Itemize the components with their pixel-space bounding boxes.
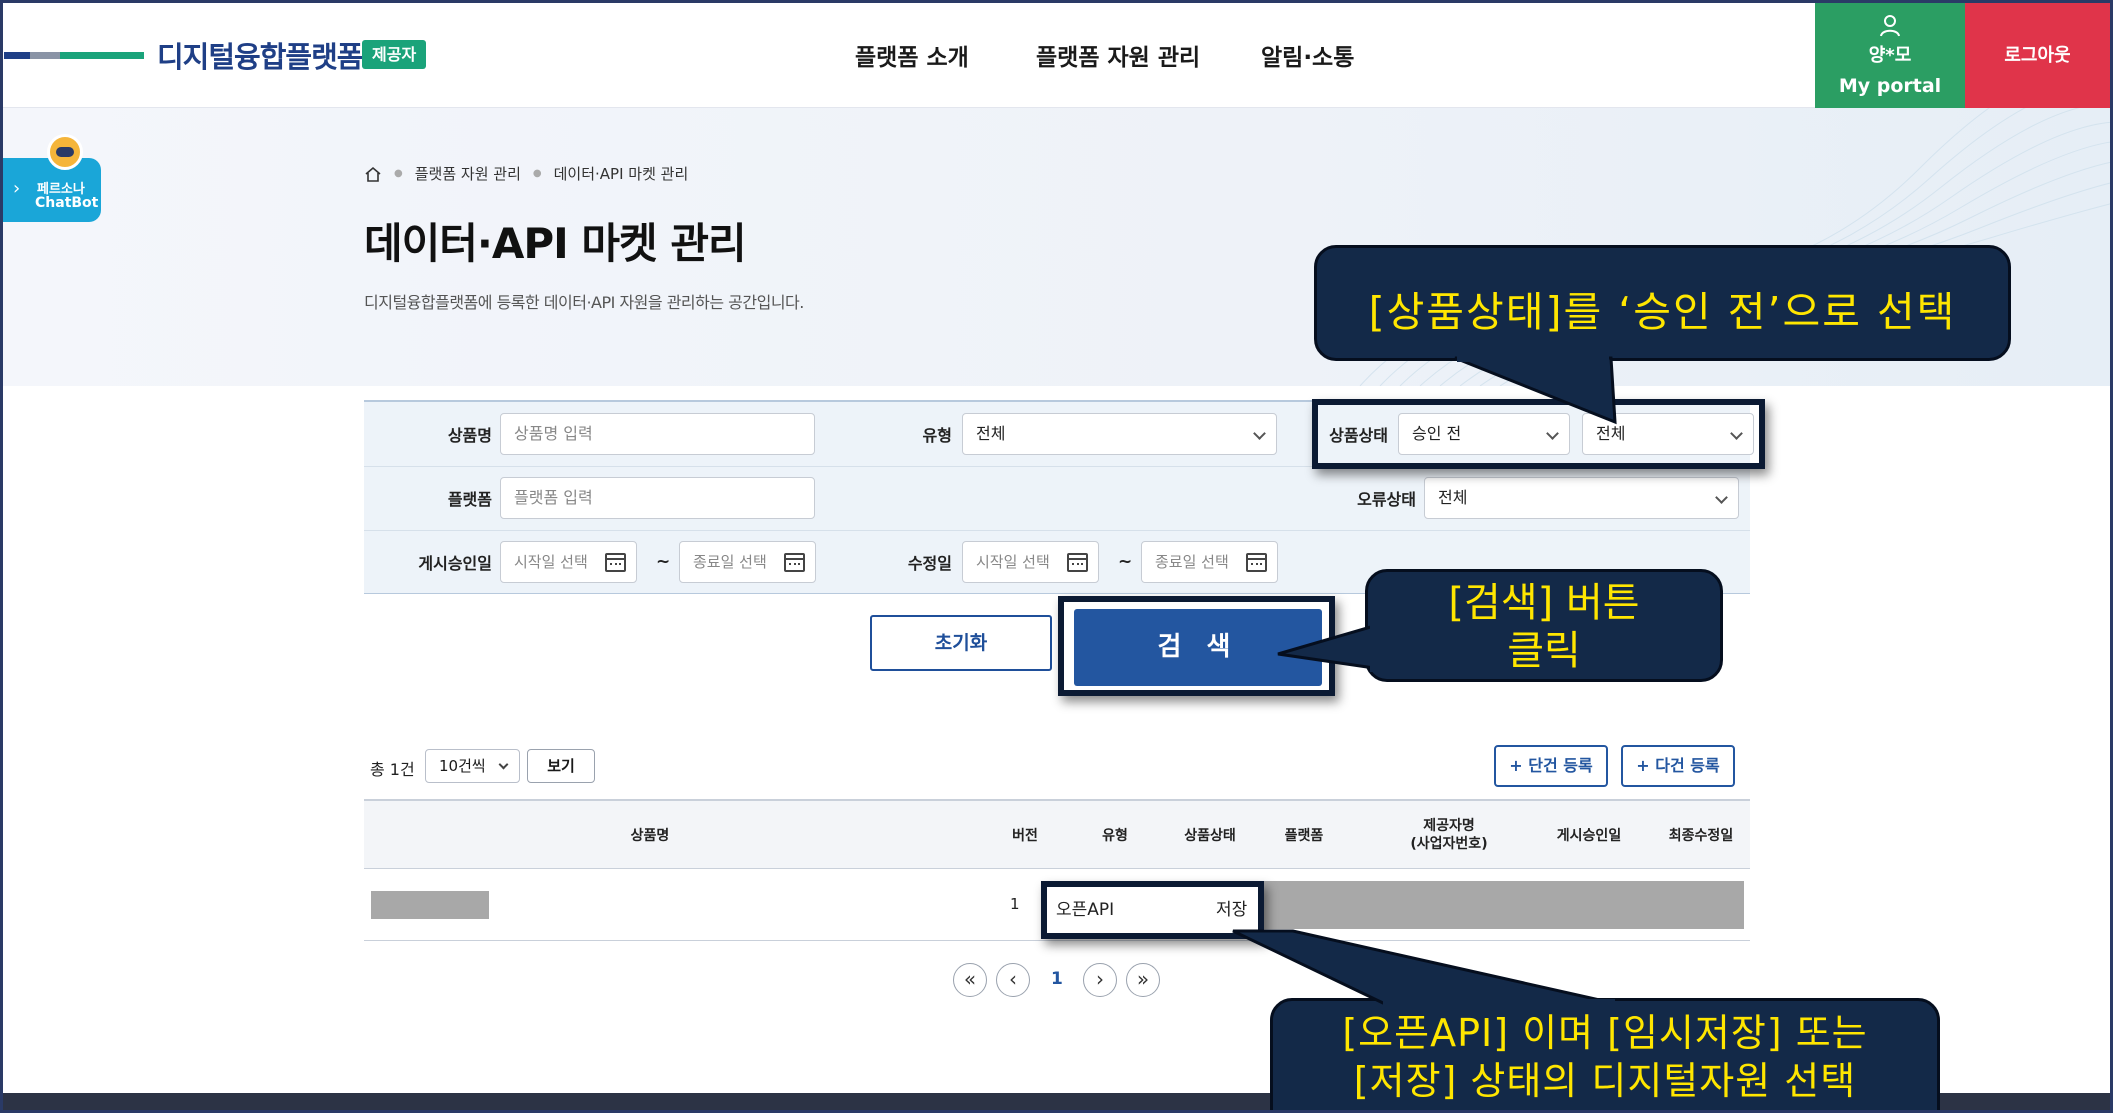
chatbot-label-2: ChatBot bbox=[35, 195, 99, 211]
approval-end-date[interactable]: 종료일 선택 bbox=[679, 541, 816, 583]
breadcrumb-item[interactable]: 플랫폼 자원 관리 bbox=[415, 163, 521, 184]
add-multiple-button[interactable]: + 다건 등록 bbox=[1621, 745, 1735, 787]
error-status-label: 오류상태 bbox=[1357, 490, 1416, 509]
chevron-right-icon: › bbox=[1096, 967, 1104, 991]
callout-row-text-1: [오픈API] 이며 [임시저장] 또는 bbox=[1342, 1011, 1868, 1055]
user-icon bbox=[1880, 15, 1900, 37]
approval-start-date[interactable]: 시작일 선택 bbox=[500, 541, 637, 583]
callout-status-text: [상품상태]를 ‘승인 전’으로 선택 bbox=[1368, 288, 1957, 336]
page-number-current[interactable]: 1 bbox=[1051, 969, 1063, 989]
breadcrumb: ● 플랫폼 자원 관리 ● 데이터·API 마켓 관리 bbox=[364, 163, 688, 184]
column-status: 상품상태 bbox=[1184, 828, 1236, 844]
error-status-select-value: 전체 bbox=[1438, 488, 1468, 507]
approval-start-date-placeholder: 시작일 선택 bbox=[514, 553, 588, 571]
callout-search-text-1: [검색] 버튼 bbox=[1448, 580, 1640, 626]
approval-end-date-placeholder: 종료일 선택 bbox=[693, 553, 767, 571]
callout-pointer bbox=[1454, 352, 1617, 425]
double-chevron-right-icon: » bbox=[1136, 967, 1150, 991]
user-name: 양*모 bbox=[1868, 45, 1912, 66]
chatbot-avatar bbox=[47, 134, 83, 170]
table-header: 상품명 버전 유형 상품상태 플랫폼 제공자명 (사업자번호) 게시승인일 최종… bbox=[364, 799, 1750, 869]
masked-row-details bbox=[1258, 881, 1744, 929]
logo-mark bbox=[4, 52, 144, 59]
column-version: 버전 bbox=[1012, 828, 1038, 844]
calendar-icon[interactable] bbox=[784, 553, 805, 572]
callout-search-instruction: [검색] 버튼 클릭 bbox=[1277, 569, 1723, 682]
my-portal-button[interactable]: 양*모 My portal bbox=[1815, 3, 1965, 108]
modified-end-date-placeholder: 종료일 선택 bbox=[1155, 553, 1229, 571]
logout-button[interactable]: 로그아웃 bbox=[1965, 3, 2110, 108]
approval-date-label: 게시승인일 bbox=[418, 554, 492, 573]
callout-row-text-2: [저장] 상태의 디지털자원 선택 bbox=[1353, 1059, 1857, 1103]
product-name-label: 상품명 bbox=[447, 426, 492, 445]
product-name-input[interactable]: 상품명 입력 bbox=[500, 413, 815, 455]
date-range-separator: ~ bbox=[1118, 552, 1133, 572]
role-badge: 제공자 bbox=[362, 40, 427, 69]
calendar-icon[interactable] bbox=[605, 553, 626, 572]
masked-product-name bbox=[371, 891, 489, 919]
column-product-name: 상품명 bbox=[630, 828, 670, 844]
platform-input[interactable]: 플랫폼 입력 bbox=[500, 477, 815, 519]
platform-label: 플랫폼 bbox=[447, 490, 492, 509]
column-provider-name: 제공자명 bbox=[1423, 818, 1475, 834]
calendar-icon[interactable] bbox=[1246, 553, 1267, 572]
modified-start-date-placeholder: 시작일 선택 bbox=[976, 553, 1050, 571]
last-page-button[interactable]: » bbox=[1126, 963, 1160, 997]
modified-start-date[interactable]: 시작일 선택 bbox=[962, 541, 1099, 583]
row-version: 1 bbox=[1010, 895, 1020, 913]
callout-row-instruction: [오픈API] 이며 [임시저장] 또는 [저장] 상태의 디지털자원 선택 bbox=[1232, 929, 1940, 1113]
page-size-select[interactable]: 10건씩 bbox=[425, 749, 520, 783]
callout-status-instruction: [상품상태]를 ‘승인 전’으로 선택 bbox=[1314, 245, 2011, 425]
home-icon[interactable] bbox=[364, 166, 382, 182]
total-count: 총 1건 bbox=[370, 760, 415, 779]
breadcrumb-separator: ● bbox=[394, 168, 403, 179]
page-description: 디지털융합플랫폼에 등록한 데이터·API 자원을 관리하는 공간입니다. bbox=[364, 293, 804, 312]
first-page-button[interactable]: « bbox=[953, 963, 987, 997]
modified-date-label: 수정일 bbox=[907, 554, 952, 573]
calendar-icon[interactable] bbox=[1067, 553, 1088, 572]
column-platform: 플랫폼 bbox=[1284, 828, 1324, 844]
prev-page-button[interactable]: ‹ bbox=[996, 963, 1030, 997]
callout-search-text-2: 클릭 bbox=[1507, 628, 1581, 674]
my-portal-label: My portal bbox=[1838, 75, 1942, 97]
chevron-down-icon bbox=[1715, 491, 1728, 504]
error-status-select[interactable]: 전체 bbox=[1424, 477, 1739, 519]
next-page-button[interactable]: › bbox=[1083, 963, 1117, 997]
chevron-down-icon bbox=[1253, 427, 1266, 440]
filter-row-divider bbox=[364, 530, 1750, 531]
site-logo[interactable]: 디지털융합플랫폼 bbox=[157, 34, 363, 76]
type-select[interactable]: 전체 bbox=[962, 413, 1277, 455]
page-size-value: 10건씩 bbox=[439, 757, 486, 775]
column-provider-bizno: (사업자번호) bbox=[1410, 836, 1488, 852]
chevron-down-icon bbox=[498, 759, 509, 770]
chevron-right-icon: › bbox=[13, 178, 21, 199]
reset-button[interactable]: 초기화 bbox=[870, 615, 1052, 671]
column-approved-date: 게시승인일 bbox=[1556, 828, 1622, 844]
chevron-left-icon: ‹ bbox=[1009, 967, 1017, 991]
type-select-value: 전체 bbox=[976, 424, 1006, 443]
nav-platform-resources[interactable]: 플랫폼 자원 관리 bbox=[1036, 38, 1200, 72]
modified-end-date[interactable]: 종료일 선택 bbox=[1141, 541, 1278, 583]
nav-notice[interactable]: 알림·소통 bbox=[1261, 38, 1354, 72]
date-range-separator: ~ bbox=[656, 552, 671, 572]
nav-platform-intro[interactable]: 플랫폼 소개 bbox=[855, 38, 969, 72]
double-chevron-left-icon: « bbox=[963, 967, 977, 991]
column-type: 유형 bbox=[1102, 828, 1128, 844]
highlight-row-type-status bbox=[1041, 881, 1264, 939]
page-title: 데이터·API 마켓 관리 bbox=[364, 219, 747, 268]
breadcrumb-separator: ● bbox=[532, 168, 542, 179]
type-label: 유형 bbox=[922, 426, 952, 445]
top-header: 디지털융합플랫폼 제공자 플랫폼 소개 플랫폼 자원 관리 알림·소통 양*모 … bbox=[0, 0, 2113, 108]
chatbot-button[interactable]: › 페르소나 ChatBot bbox=[3, 134, 101, 222]
callout-pointer bbox=[1232, 929, 1615, 1009]
view-button[interactable]: 보기 bbox=[527, 749, 595, 783]
column-modified-date: 최종수정일 bbox=[1668, 828, 1734, 844]
add-single-button[interactable]: + 단건 등록 bbox=[1494, 745, 1608, 787]
breadcrumb-item-current: 데이터·API 마켓 관리 bbox=[553, 165, 689, 183]
column-provider: 제공자명 (사업자번호) bbox=[1394, 817, 1504, 853]
